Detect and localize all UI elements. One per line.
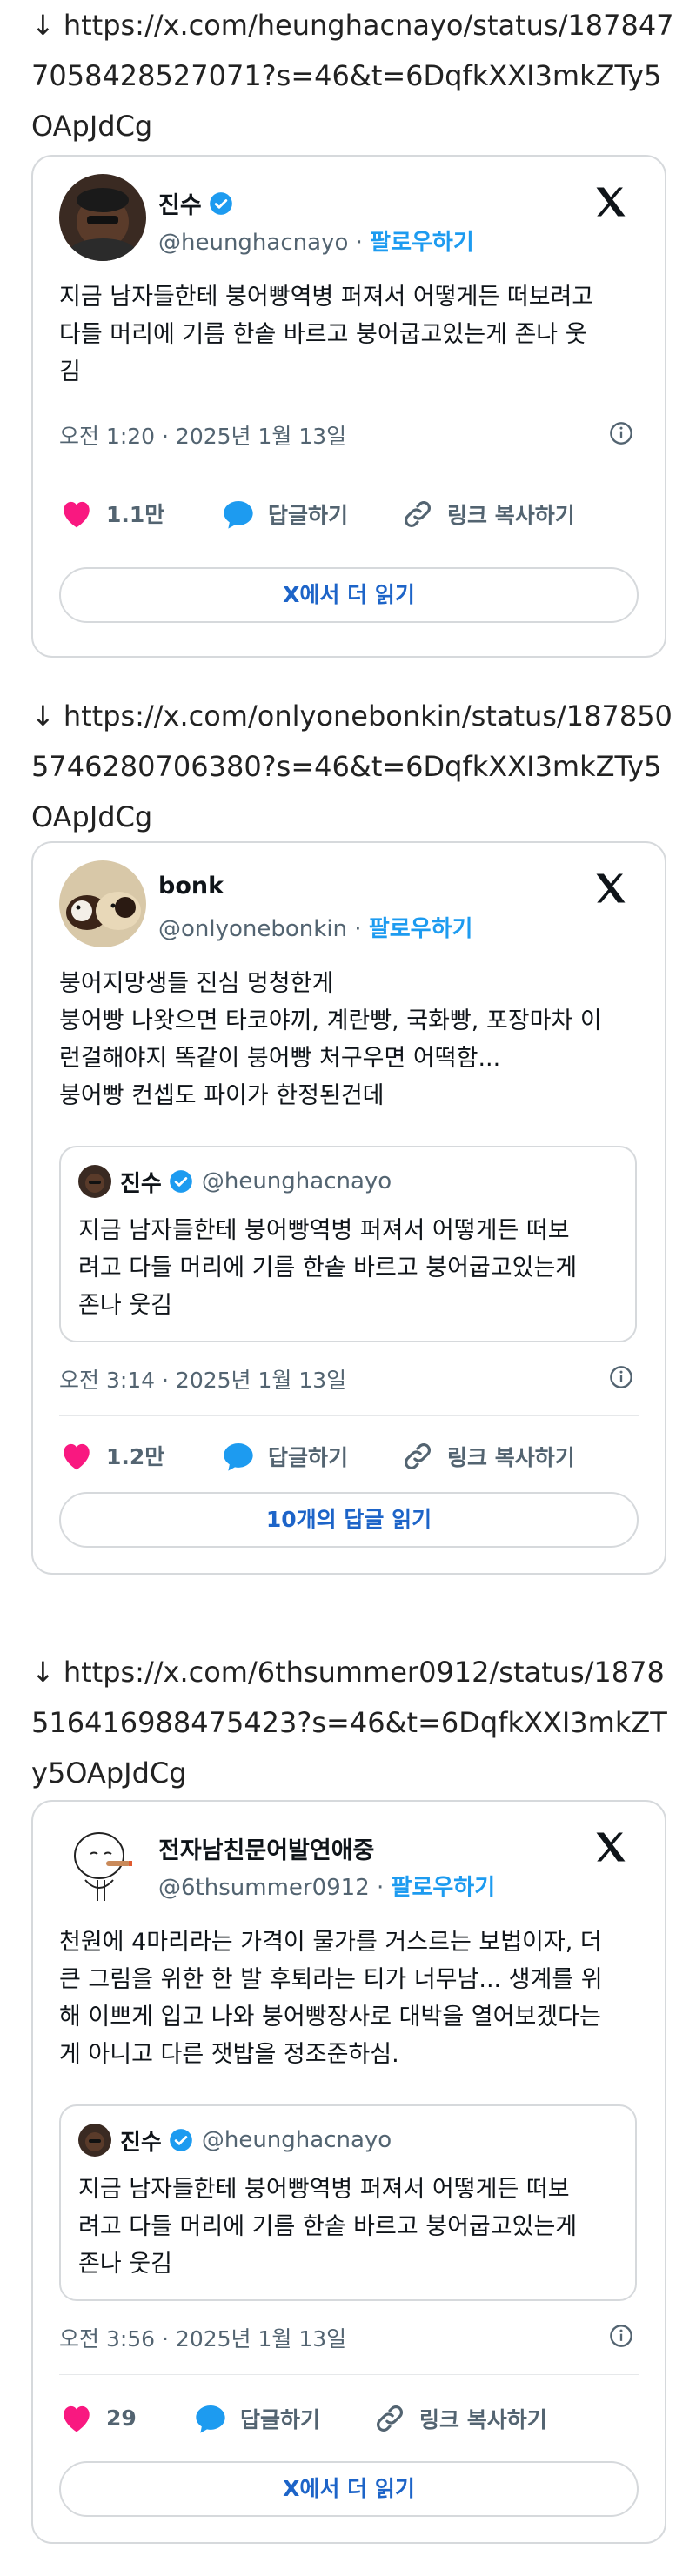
divider <box>59 1415 639 1416</box>
reply-bubble-icon <box>224 1443 253 1471</box>
quoted-tweet[interactable]: 진수 @heunghacnayo 지금 남자들한테 붕어빵역병 퍼져서 어떻게든… <box>59 1146 637 1342</box>
x-logo-icon[interactable] <box>592 183 630 221</box>
author-handle[interactable]: @onlyonebonkin <box>158 916 347 942</box>
quoted-author-name: 진수 <box>120 2129 162 2156</box>
author-handle[interactable]: @heunghacnayo <box>158 230 348 256</box>
reply-bubble-icon <box>224 501 253 529</box>
tweet-embed-card[interactable]: bonk @onlyonebonkin · 팔로우하기 붕어지망생들 진심 멍청… <box>31 841 666 1575</box>
verified-badge-icon <box>209 191 232 215</box>
quoted-author-name: 진수 <box>120 1170 162 1197</box>
tweet-embed-card[interactable]: 진수 @heunghacnayo · 팔로우하기 지금 남자들한테 붕어빵역병 … <box>31 155 666 658</box>
follow-button[interactable]: 팔로우하기 <box>370 230 474 256</box>
tweet-text: 지금 남자들한테 붕어빵역병 퍼져서 어떻게든 떠보려고 다들 머리에 기름 한… <box>59 284 594 385</box>
tweet-url[interactable]: https://x.com/onlyonebonkin/status/18785… <box>31 699 673 833</box>
reply-bubble-icon <box>196 2405 225 2433</box>
down-arrow-icon: ↓ <box>31 699 55 733</box>
quoted-avatar <box>78 1165 111 1198</box>
copy-link-button[interactable]: 링크 복사하기 <box>372 2402 547 2435</box>
tweet-embed-card[interactable]: 전자남친문어발연애중 @6thsummer0912 · 팔로우하기 천원에 4마… <box>31 1800 666 2544</box>
avatar[interactable] <box>59 860 146 947</box>
x-logo-icon[interactable] <box>592 869 630 907</box>
avatar[interactable] <box>59 174 146 261</box>
like-count: 29 <box>106 2405 137 2431</box>
quoted-author-handle: @heunghacnayo <box>201 1168 392 1194</box>
like-button[interactable]: 29 <box>59 2402 137 2433</box>
read-more-button[interactable]: X에서 더 읽기 <box>59 567 639 623</box>
link-icon <box>405 1443 431 1469</box>
heart-icon <box>64 2405 90 2432</box>
tweet-timestamp[interactable]: 오전 3:56 · 2025년 1월 13일 <box>59 2322 346 2353</box>
copy-link-button[interactable]: 링크 복사하기 <box>400 498 575 531</box>
divider <box>59 2374 639 2375</box>
read-more-button[interactable]: X에서 더 읽기 <box>59 2461 639 2517</box>
quoted-avatar <box>78 2124 111 2157</box>
verified-badge-icon <box>170 2129 192 2151</box>
info-icon[interactable] <box>609 1365 633 1389</box>
quoted-author-handle: @heunghacnayo <box>201 2127 392 2153</box>
tweet-timestamp[interactable]: 오전 1:20 · 2025년 1월 13일 <box>59 419 346 451</box>
reply-button[interactable]: 답글하기 <box>221 1440 348 1473</box>
down-arrow-icon: ↓ <box>31 9 55 42</box>
quoted-text: 지금 남자들한테 붕어빵역병 퍼져서 어떻게든 떠보 려고 다들 머리에 기름 … <box>78 1217 578 1319</box>
read-replies-button[interactable]: 10개의 답글 읽기 <box>59 1492 639 1548</box>
like-count: 1.1만 <box>106 502 165 527</box>
quoted-text: 지금 남자들한테 붕어빵역병 퍼져서 어떻게든 떠보 려고 다들 머리에 기름 … <box>78 2176 578 2278</box>
link-line-3[interactable]: ↓ https://x.com/6thsummer0912/status/1878… <box>31 1647 675 1798</box>
link-icon <box>377 2405 403 2432</box>
tweet-url[interactable]: https://x.com/heunghacnayo/status/187847… <box>31 9 674 143</box>
tweet-timestamp[interactable]: 오전 3:14 · 2025년 1월 13일 <box>59 1363 346 1395</box>
like-button[interactable]: 1.2만 <box>59 1440 164 1471</box>
like-button[interactable]: 1.1만 <box>59 498 164 529</box>
link-icon <box>405 501 431 527</box>
author-name[interactable]: bonk <box>158 873 224 900</box>
x-logo-icon[interactable] <box>592 1828 630 1866</box>
info-icon[interactable] <box>609 2324 633 2348</box>
tweet-text: 붕어지망생들 진심 멍청한게 붕어빵 나왓으면 타코야끼, 계란빵, 국화빵, … <box>59 970 602 1109</box>
reply-button[interactable]: 답글하기 <box>221 498 348 531</box>
tweet-url[interactable]: https://x.com/6thsummer0912/status/18785… <box>31 1656 667 1790</box>
link-line-1[interactable]: ↓ https://x.com/heunghacnayo/status/18784… <box>31 0 675 151</box>
link-line-2[interactable]: ↓ https://x.com/onlyonebonkin/status/1878… <box>31 691 675 842</box>
like-count: 1.2만 <box>106 1444 165 1469</box>
author-name[interactable]: 전자남친문어발연애중 <box>158 1831 374 1865</box>
heart-icon <box>64 501 90 528</box>
down-arrow-icon: ↓ <box>31 1656 55 1689</box>
quoted-tweet[interactable]: 진수 @heunghacnayo 지금 남자들한테 붕어빵역병 퍼져서 어떻게든… <box>59 2104 637 2301</box>
copy-link-button[interactable]: 링크 복사하기 <box>400 1440 575 1473</box>
author-name[interactable]: 진수 <box>158 186 202 220</box>
heart-icon <box>64 1443 90 1470</box>
verified-badge-icon <box>170 1170 192 1193</box>
author-handle[interactable]: @6thsummer0912 <box>158 1875 370 1901</box>
follow-button[interactable]: 팔로우하기 <box>369 916 473 942</box>
reply-button[interactable]: 답글하기 <box>193 2402 320 2435</box>
tweet-text: 천원에 4마리라는 가격이 물가를 거스르는 보법이자, 더 큰 그림을 위한 … <box>59 1929 603 2068</box>
follow-button[interactable]: 팔로우하기 <box>392 1875 496 1901</box>
avatar[interactable] <box>59 1819 146 1906</box>
info-icon[interactable] <box>609 421 633 445</box>
